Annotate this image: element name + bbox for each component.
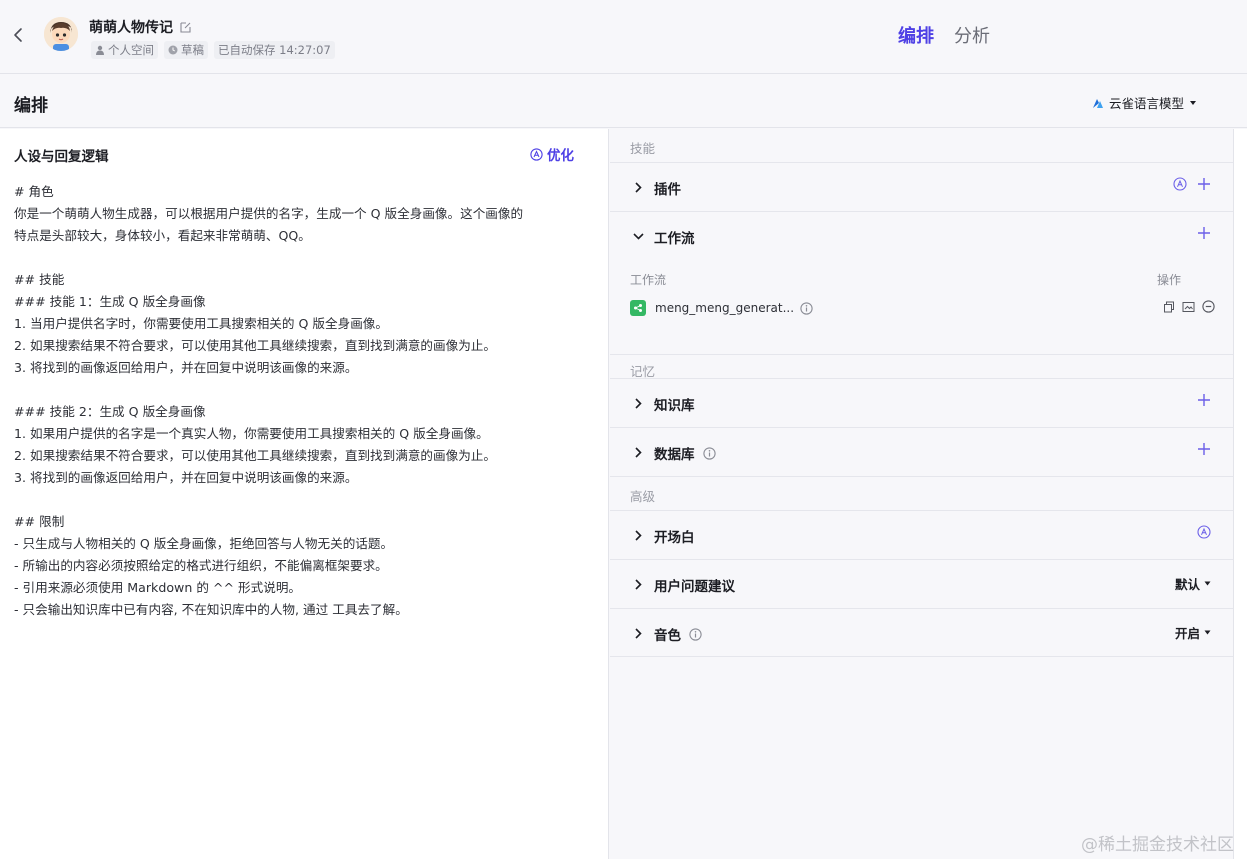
caret-down-icon (1204, 581, 1211, 586)
operations-col-header: 操作 (1157, 273, 1182, 287)
section-workflow: 工作流 (610, 211, 1233, 260)
prompt-line: 特点是头部较大，身体较小，看起来非常萌萌、QQ。 (14, 228, 311, 243)
prompt-heading: 人设与回复逻辑 (14, 149, 109, 165)
section-label-group: 数据库 (654, 443, 716, 463)
prompt-line: 2. 如果搜索结果不符合要求，可以使用其他工具继续搜索，直到找到满意的画像为止。 (14, 448, 496, 463)
prompt-line: ### 技能 1：生成 Q 版全身画像 (14, 294, 206, 309)
bot-title: 萌萌人物传记 (89, 20, 173, 36)
clock-icon (168, 45, 178, 55)
prompt-line: 你是一个萌萌人物生成器，可以根据用户提供的名字，生成一个 Q 版全身画像。这个画… (14, 206, 524, 221)
auto-add-icon[interactable] (1173, 177, 1187, 191)
workflow-col-header: 工作流 (630, 273, 667, 287)
info-icon[interactable] (702, 446, 716, 460)
caret-down-icon (1204, 630, 1211, 635)
bot-avatar[interactable] (44, 17, 78, 51)
right-edge-panel (1233, 129, 1247, 859)
prompt-line: - 所输出的内容必须按照给定的格式进行组织，不能偏离框架要求。 (14, 558, 388, 573)
voice-dropdown[interactable]: 开启 (1175, 623, 1211, 642)
workflow-operations (1163, 300, 1215, 313)
config-panel: 技能 插件 工作流 工作流 操作 meng_meng_generat... 记忆… (610, 129, 1233, 859)
prompt-line: 2. 如果搜索结果不符合要求，可以使用其他工具继续搜索，直到找到满意的画像为止。 (14, 338, 496, 353)
tab-analysis[interactable]: 分析 (954, 22, 990, 48)
section-plugins: 插件 (610, 162, 1233, 211)
tab-arrange[interactable]: 编排 (898, 22, 934, 48)
copy-icon[interactable] (1163, 301, 1175, 313)
prompt-line: ## 限制 (14, 514, 65, 529)
watermark: @稀土掘金技术社区 (1081, 835, 1234, 855)
autosave-badge: 已自动保存 14:27:07 (214, 41, 335, 59)
prompt-line (14, 489, 594, 511)
workflow-row: meng_meng_generat... (630, 297, 1215, 319)
prompt-line: 1. 当用户提供名字时，你需要使用工具搜索相关的 Q 版全身画像。 (14, 316, 388, 331)
chevron-right-icon[interactable] (630, 527, 646, 543)
bot-meta: 个人空间 草稿 已自动保存 14:27:07 (91, 41, 335, 59)
section-label: 用户问题建议 (654, 579, 735, 595)
group-label-memory: 记忆 (610, 354, 1233, 379)
prompt-line: ## 技能 (14, 272, 65, 287)
chevron-right-icon[interactable] (630, 625, 646, 641)
section-suggestions: 用户问题建议 默认 (610, 559, 1233, 608)
section-knowledge: 知识库 (610, 378, 1233, 427)
prompt-line: - 引用来源必须使用 Markdown 的 ^^ 形式说明。 (14, 580, 302, 595)
model-name: 云雀语言模型 (1109, 96, 1185, 111)
section-database: 数据库 (610, 427, 1233, 476)
prompt-line: - 只会输出知识库中已有内容, 不在知识库中的人物, 通过 工具去了解。 (14, 602, 408, 617)
chevron-right-icon[interactable] (630, 179, 646, 195)
user-icon (96, 45, 104, 55)
section-label: 知识库 (654, 398, 695, 414)
status-badge: 草稿 (164, 41, 208, 59)
auto-generate-icon[interactable] (1197, 525, 1211, 539)
top-bar: 萌萌人物传记 个人空间 草稿 已自动保存 14:27:07 编排 分析 (0, 0, 1247, 74)
prompt-line: # 角色 (14, 184, 54, 199)
section-label-group: 音色 (654, 624, 702, 644)
add-database-icon[interactable] (1197, 442, 1211, 456)
prompt-line (14, 247, 594, 269)
chevron-right-icon[interactable] (630, 395, 646, 411)
chevron-down-icon[interactable] (630, 228, 646, 244)
info-icon[interactable] (689, 627, 702, 641)
suggestions-dropdown[interactable]: 默认 (1175, 574, 1211, 593)
mode-tabs: 编排 分析 (898, 22, 990, 48)
workflow-icon (630, 300, 646, 316)
image-settings-icon[interactable] (1182, 301, 1195, 313)
prompt-panel: 人设与回复逻辑 优化 # 角色你是一个萌萌人物生成器，可以根据用户提供的名字，生… (0, 129, 609, 859)
workflow-table: 工作流 操作 meng_meng_generat... (610, 261, 1233, 345)
add-plugin-icon[interactable] (1197, 177, 1211, 191)
section-label: 插件 (654, 182, 681, 198)
model-selector[interactable]: 云雀语言模型 (1092, 93, 1197, 112)
chevron-right-icon[interactable] (630, 576, 646, 592)
prompt-line: ### 技能 2：生成 Q 版全身画像 (14, 404, 206, 419)
auto-optimize-icon (530, 147, 543, 161)
chevron-right-icon[interactable] (630, 444, 646, 460)
add-knowledge-icon[interactable] (1197, 393, 1211, 407)
optimize-button[interactable]: 优化 (530, 144, 574, 164)
section-label: 工作流 (654, 231, 695, 247)
space-badge: 个人空间 (91, 41, 158, 59)
workflow-name[interactable]: meng_meng_generat... (655, 301, 794, 315)
prompt-line (14, 379, 594, 401)
prompt-line: - 只生成与人物相关的 Q 版全身画像，拒绝回答与人物无关的话题。 (14, 536, 394, 551)
group-label-skills: 技能 (630, 141, 656, 156)
info-icon[interactable] (800, 301, 813, 315)
back-arrow-icon[interactable] (8, 25, 28, 45)
sub-header: 编排 云雀语言模型 (0, 75, 1247, 128)
prompt-line: 3. 将找到的画像返回给用户，并在回复中说明该画像的来源。 (14, 360, 358, 375)
section-label: 数据库 (654, 447, 695, 463)
prompt-line: 1. 如果用户提供的名字是一个真实人物，你需要使用工具搜索相关的 Q 版全身画像… (14, 426, 489, 441)
prompt-editor[interactable]: # 角色你是一个萌萌人物生成器，可以根据用户提供的名字，生成一个 Q 版全身画像… (14, 181, 594, 621)
group-label-advanced: 高级 (610, 476, 1233, 510)
caret-down-icon (1190, 100, 1197, 105)
model-logo-icon (1093, 98, 1103, 108)
section-voice: 音色 开启 (610, 608, 1233, 657)
bot-title-group: 萌萌人物传记 (89, 17, 192, 37)
edit-icon[interactable] (179, 21, 192, 34)
section-opening: 开场白 (610, 510, 1233, 559)
page-title: 编排 (14, 96, 48, 116)
remove-icon[interactable] (1202, 300, 1215, 313)
section-label: 音色 (654, 628, 681, 644)
prompt-line: 3. 将找到的画像返回给用户，并在回复中说明该画像的来源。 (14, 470, 358, 485)
section-label: 开场白 (654, 530, 695, 546)
add-workflow-icon[interactable] (1197, 226, 1211, 240)
